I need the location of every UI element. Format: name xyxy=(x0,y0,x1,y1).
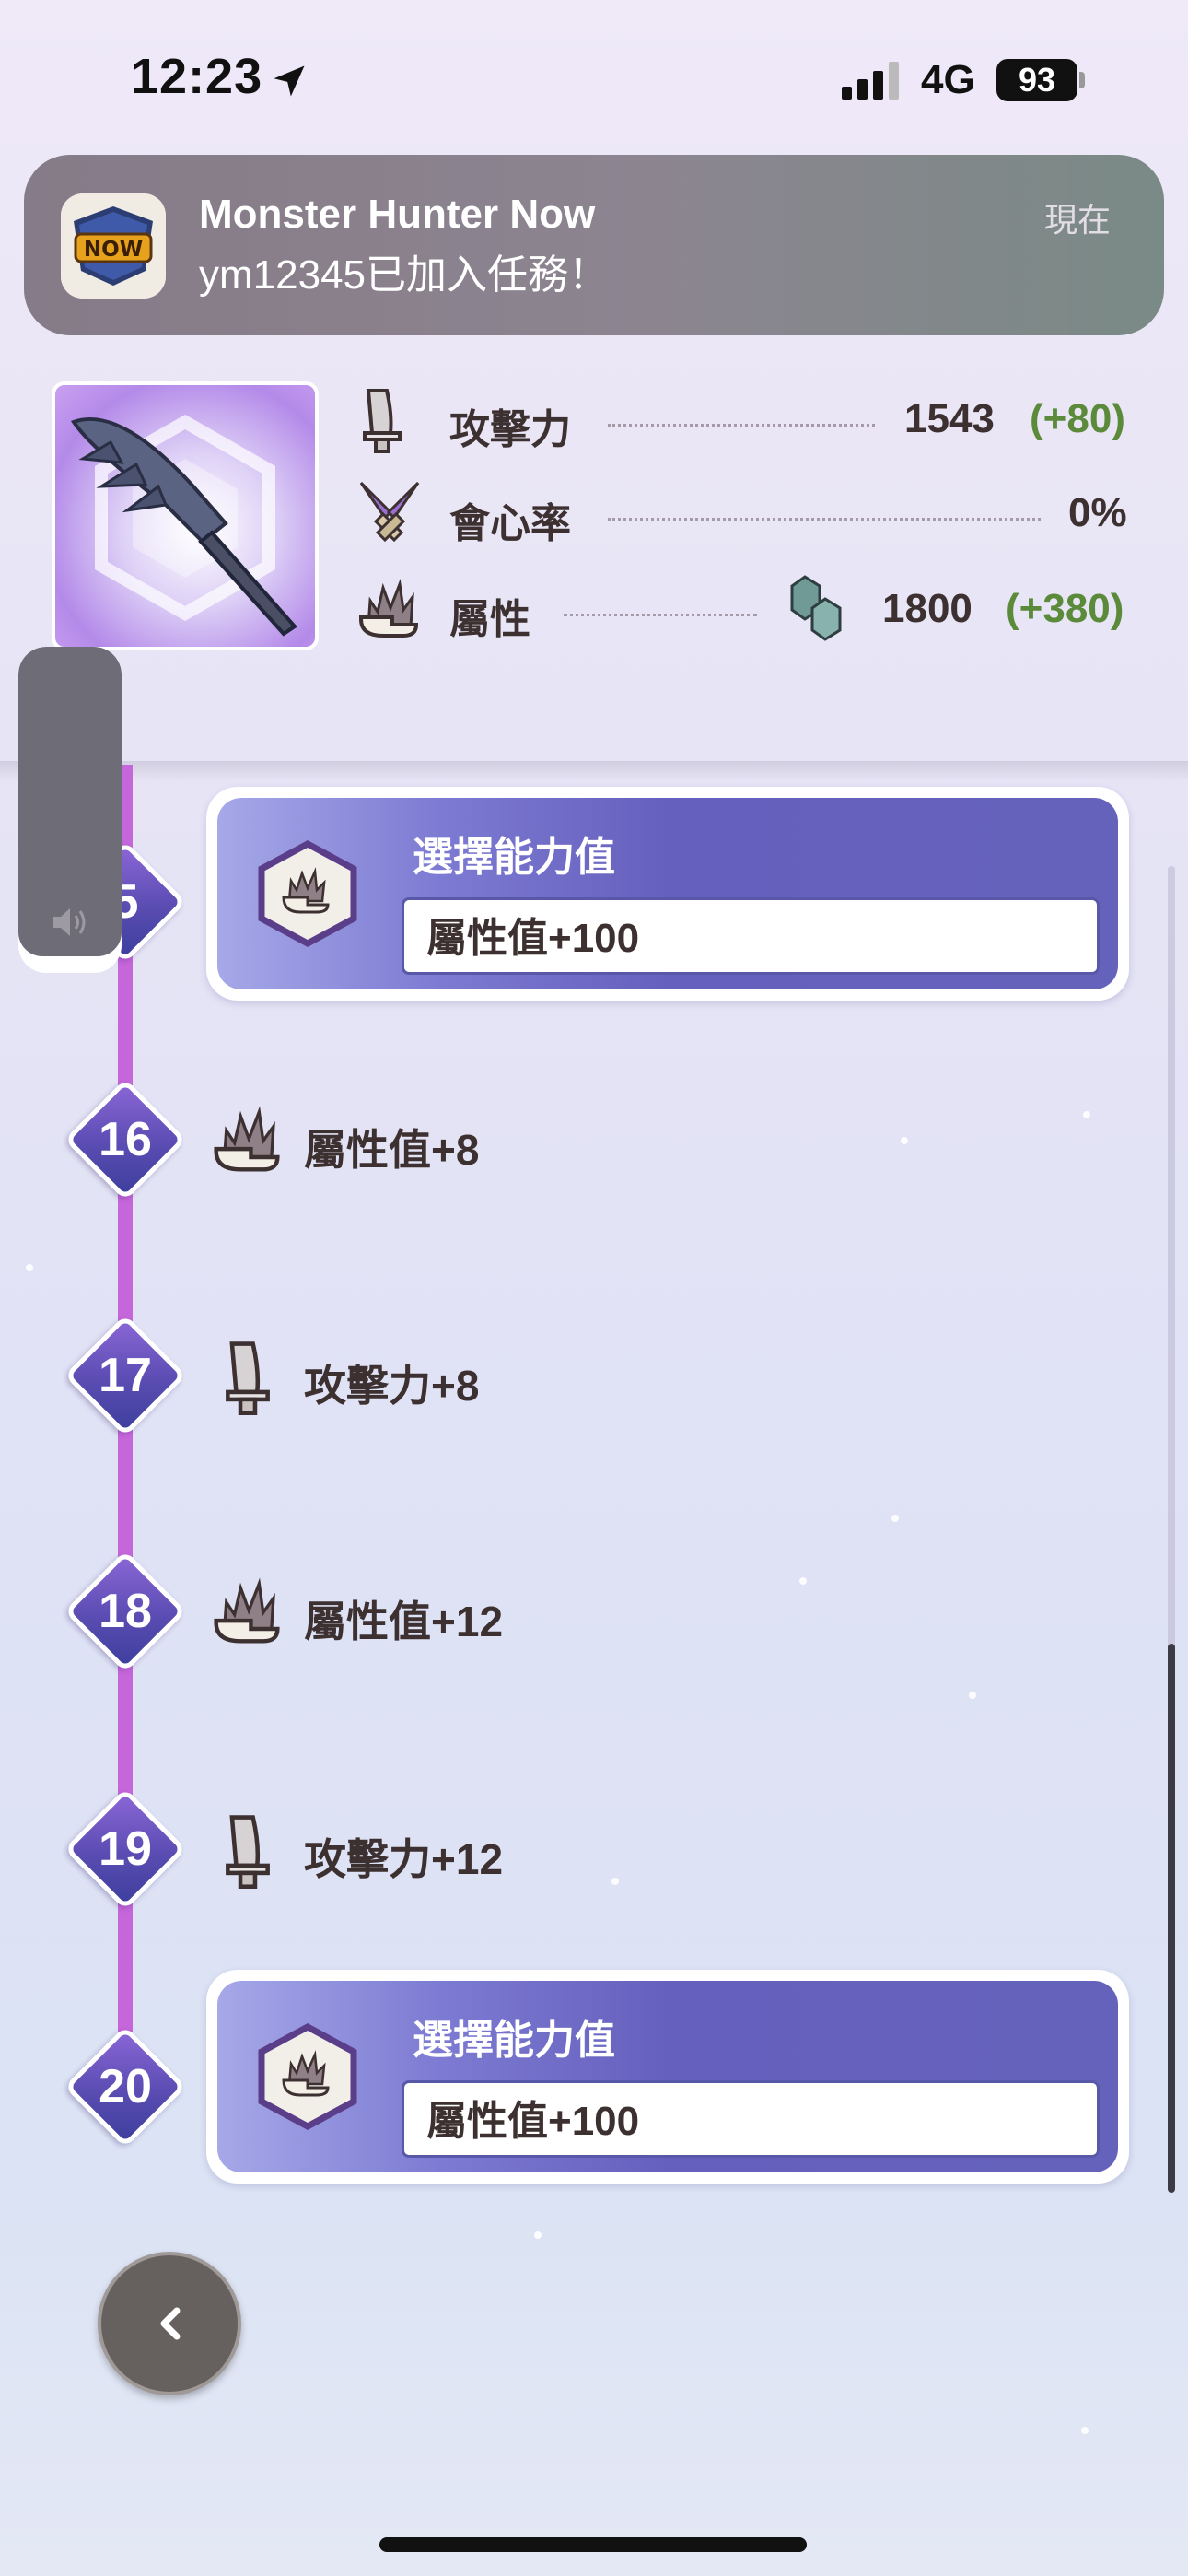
notification-title: Monster Hunter Now xyxy=(199,192,596,237)
choice-title: 選擇能力值 xyxy=(413,835,615,880)
sparkle xyxy=(901,1137,908,1144)
back-button[interactable] xyxy=(98,2252,241,2395)
speaker-icon xyxy=(53,908,86,936)
level-badge: 17 xyxy=(64,1314,187,1437)
notification-message: ym12345已加入任務！ xyxy=(199,252,610,298)
location-arrow-icon xyxy=(274,65,305,97)
attack-value: 1543 xyxy=(904,396,995,441)
choice-value-field[interactable]: 屬性值+100 xyxy=(402,897,1100,975)
fire-element-icon xyxy=(214,1577,280,1644)
status-time: 12:23 xyxy=(131,49,263,104)
fire-element-icon xyxy=(359,579,419,638)
battery-indicator: 93 xyxy=(996,59,1077,101)
volume-slider[interactable] xyxy=(18,647,122,973)
reward-label: 攻擊力+12 xyxy=(304,1835,504,1883)
reward-label: 屬性值+12 xyxy=(304,1598,504,1645)
attack-bonus: (+80) xyxy=(1030,396,1125,441)
choice-title: 選擇能力值 xyxy=(413,2018,615,2063)
level-badge: 20 xyxy=(64,2025,187,2149)
monster-hunter-now-logo-icon: NOW xyxy=(61,193,166,299)
sparkle xyxy=(534,2231,542,2239)
network-type: 4G xyxy=(921,57,975,102)
notification-time: 現在 xyxy=(1044,201,1112,239)
sparkle xyxy=(891,1515,899,1522)
sparkle xyxy=(611,1878,619,1885)
reward-label: 攻擊力+8 xyxy=(304,1362,480,1410)
affinity-crossed-blades-icon xyxy=(359,481,420,543)
sparkle xyxy=(1083,1111,1090,1118)
gem-stones-icon xyxy=(790,575,842,641)
battery-nub xyxy=(1079,72,1085,88)
level-badge: 16 xyxy=(64,1078,187,1201)
reward-label: 屬性值+8 xyxy=(304,1126,480,1174)
element-value: 1800 xyxy=(882,586,973,631)
svg-text:NOW: NOW xyxy=(84,238,143,262)
great-sword-icon xyxy=(70,414,298,637)
fire-element-icon xyxy=(214,1106,280,1172)
cellular-signal-icon xyxy=(842,62,899,100)
level-badge: 18 xyxy=(64,1550,187,1673)
level-badge: 19 xyxy=(64,1787,187,1911)
affinity-label: 會心率 xyxy=(449,501,571,546)
chevron-left-icon xyxy=(160,2307,181,2340)
sparkle xyxy=(799,1577,807,1585)
dotted-leader xyxy=(608,424,875,427)
element-bonus: (+380) xyxy=(1006,586,1124,631)
weapon-image xyxy=(52,381,319,650)
scrollbar-thumb[interactable] xyxy=(1168,1644,1175,2193)
affinity-value: 0% xyxy=(1068,490,1127,535)
ability-choice-card[interactable]: 選擇能力值 屬性值+100 xyxy=(206,787,1129,1001)
sparkle xyxy=(969,1692,976,1699)
header-divider xyxy=(0,761,1188,781)
choice-value-field[interactable]: 屬性值+100 xyxy=(402,2080,1100,2158)
dotted-leader xyxy=(564,614,757,616)
home-indicator[interactable] xyxy=(379,2537,807,2552)
blade-attack-icon xyxy=(226,1815,270,1889)
sparkle xyxy=(1081,2427,1089,2434)
blade-attack-icon xyxy=(226,1341,270,1415)
ability-choice-card[interactable]: 選擇能力值 屬性值+100 xyxy=(206,1970,1129,2184)
attack-label: 攻擊力 xyxy=(449,407,571,452)
dotted-leader xyxy=(608,518,1041,521)
element-hex-icon xyxy=(258,2023,357,2130)
app-icon: NOW xyxy=(61,193,166,299)
element-label: 屬性 xyxy=(449,597,530,642)
sparkle xyxy=(26,1264,33,1271)
blade-attack-icon xyxy=(363,389,402,453)
element-hex-icon xyxy=(258,840,357,947)
